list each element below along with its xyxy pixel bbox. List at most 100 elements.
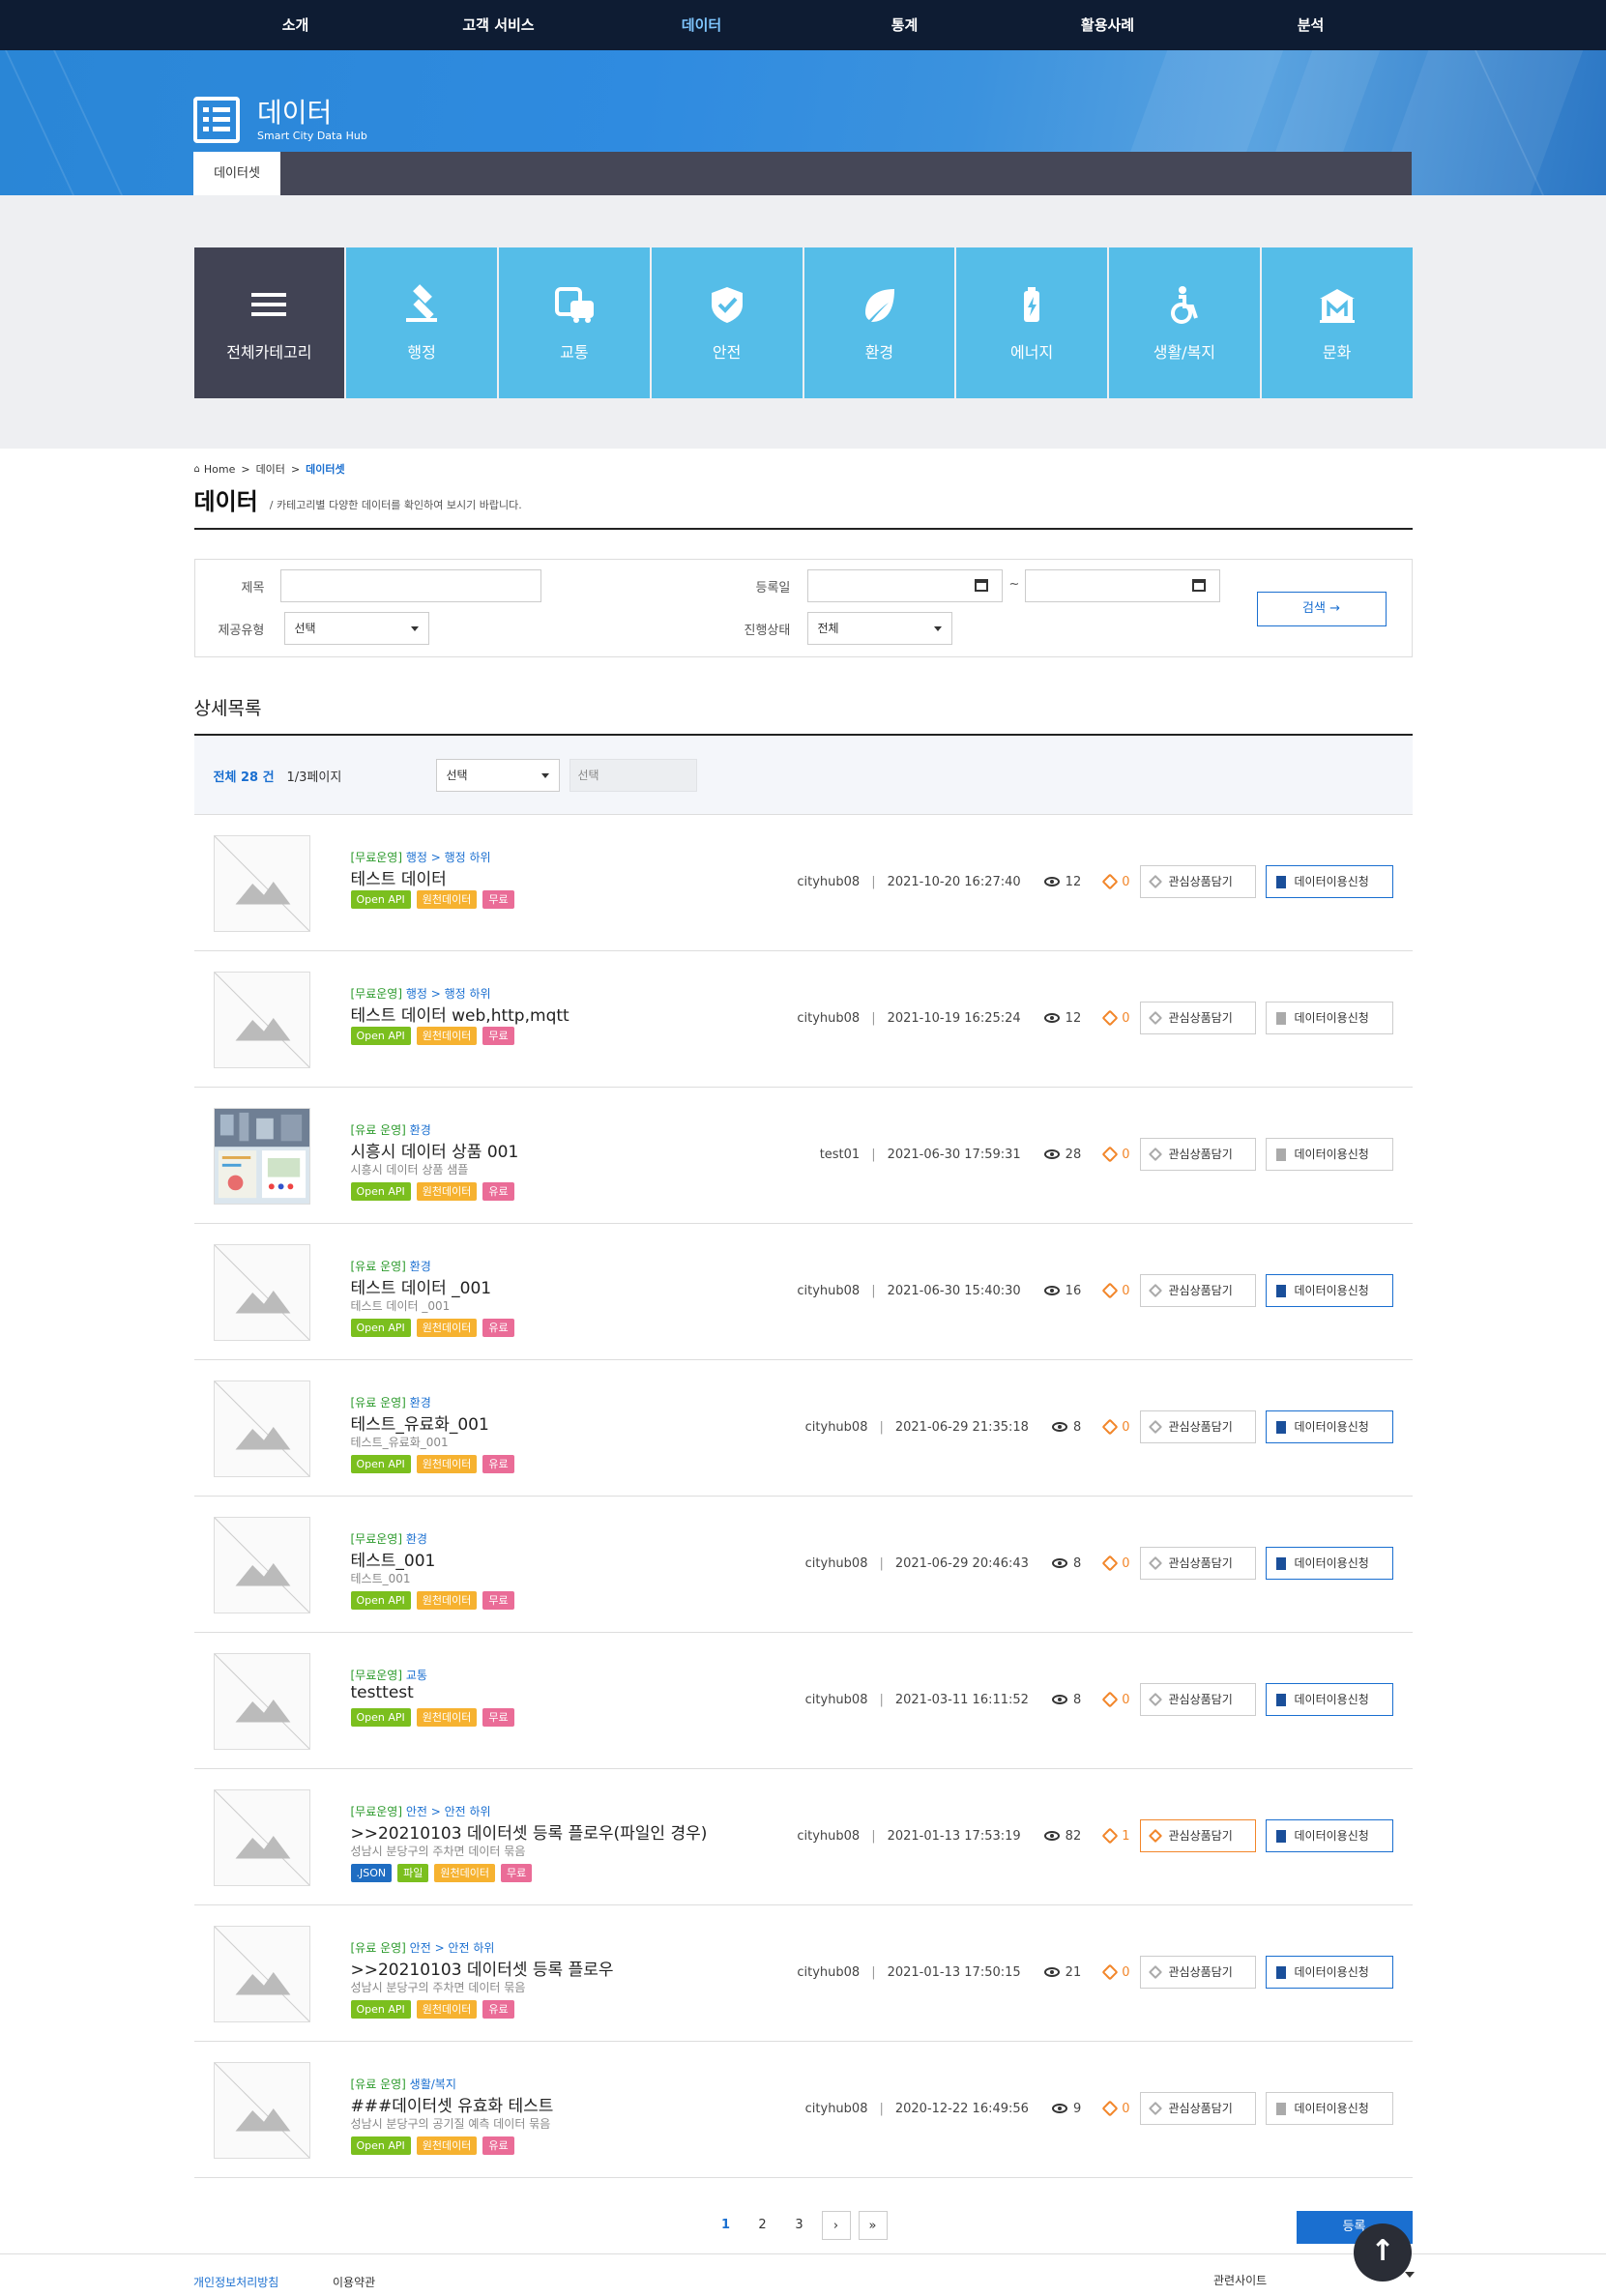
nav-item[interactable]: 고객 서비스 [397,0,600,50]
next-page-button[interactable]: › [821,2211,851,2240]
provider-id: cityhub08 [797,1283,861,1298]
scroll-top-button[interactable]: ↑ [1354,2223,1412,2281]
tag-badge: 유료 [482,1319,514,1337]
dataset-title[interactable]: ###데이터셋 유효화 테스트 [351,2092,554,2116]
page-number[interactable]: 1 [712,2211,741,2240]
privacy-link[interactable]: 개인정보처리방침 [193,2274,278,2290]
dataset-thumbnail[interactable] [213,2062,310,2159]
dataset-title[interactable]: 테스트 데이터 [351,865,514,889]
main-content: ⌂ Home > 데이터 > 데이터셋 데이터 / 카테고리별 다양한 데이터를… [193,460,1413,2271]
dataset-title[interactable]: 테스트_유료화_001 [351,1410,514,1435]
category-4[interactable]: 환경 [803,247,957,398]
dataset-title[interactable]: >>20210103 데이터셋 등록 플로우(파일인 경우) [351,1819,708,1844]
dataset-thumbnail[interactable] [213,1926,310,2022]
data-request-button[interactable]: 데이터이용신청 [1265,2092,1393,2125]
list-item[interactable]: [유료 운영] 생활/복지 ###데이터셋 유효화 테스트 성남시 분당구의 공기질… [193,2042,1413,2178]
dataset-thumbnail[interactable] [213,1381,310,1477]
end-date-input[interactable] [1024,569,1220,602]
category-7[interactable]: 문화 [1261,247,1413,398]
calendar-icon[interactable] [1191,579,1206,592]
breadcrumb-data[interactable]: 데이터 [256,461,285,477]
related-sites-dropdown-icon[interactable] [1405,2272,1415,2282]
category-1[interactable]: 행정 [346,247,499,398]
dataset-title[interactable]: 테스트 데이터 _001 [351,1274,514,1298]
sort-select[interactable]: 선택 [435,759,560,792]
add-favorite-button[interactable]: 관심상품담기 [1139,1547,1256,1580]
title-input[interactable] [279,569,541,602]
add-favorite-button[interactable]: 관심상품담기 [1139,1819,1256,1852]
dataset-thumbnail[interactable] [213,1789,310,1886]
search-button[interactable]: 검색 → [1256,592,1387,626]
tag-badge: 원천데이터 [416,890,478,909]
data-request-button[interactable]: 데이터이용신청 [1265,1683,1393,1716]
add-favorite-button[interactable]: 관심상품담기 [1139,1410,1256,1443]
dataset-title[interactable]: testtest [351,1683,514,1704]
category-3[interactable]: 안전 [651,247,804,398]
list-item[interactable]: [무료운영] 행정 > 행정 하위 테스트 데이터 Open API 원천데이터 무료 c… [193,815,1413,951]
data-request-button[interactable]: 데이터이용신청 [1265,1138,1393,1171]
add-favorite-button[interactable]: 관심상품담기 [1139,1002,1256,1034]
data-request-button[interactable]: 데이터이용신청 [1265,1819,1393,1852]
last-page-button[interactable]: » [858,2211,888,2240]
status-select[interactable]: 전체 [806,612,952,645]
add-favorite-button[interactable]: 관심상품담기 [1139,865,1256,898]
related-sites-label[interactable]: 관련사이트 [1213,2272,1267,2288]
category-2[interactable]: 교통 [499,247,652,398]
list-item[interactable]: [무료운영] 환경 테스트_001 테스트_001 Open API 원천데이터 무료 ci… [193,1497,1413,1633]
start-date-input[interactable] [806,569,1003,602]
category-6[interactable]: 생활/복지 [1109,247,1262,398]
category-all[interactable]: 전체카테고리 [193,247,347,398]
list-item[interactable]: [유료 운영] 환경 테스트_유료화_001 테스트_유료화_001 Open API… [193,1360,1413,1497]
add-favorite-button[interactable]: 관심상품담기 [1139,2092,1256,2125]
data-request-button[interactable]: 데이터이용신청 [1265,1956,1393,1989]
data-request-button[interactable]: 데이터이용신청 [1265,1410,1393,1443]
dataset-thumbnail[interactable] [213,972,310,1068]
dataset-title[interactable]: >>20210103 데이터셋 등록 플로우 [351,1956,614,1980]
tag-badge: 원천데이터 [416,2136,478,2155]
dataset-title[interactable]: 테스트 데이터 web,http,mqtt [351,1002,569,1026]
data-request-button[interactable]: 데이터이용신청 [1265,865,1393,898]
category-label: 환경 [864,343,894,362]
tab-dataset[interactable]: 데이터셋 [193,152,280,195]
provider-id: cityhub08 [804,1419,868,1435]
add-favorite-button[interactable]: 관심상품담기 [1139,1274,1256,1307]
list-item[interactable]: [유료 운영] 환경 시흥시 데이터 상품 001 시흥시 데이터 상품 샘플 Ope… [193,1088,1413,1224]
add-favorite-button[interactable]: 관심상품담기 [1139,1956,1256,1989]
type-select[interactable]: 선택 [283,612,429,645]
nav-item[interactable]: 데이터 [600,0,803,50]
breadcrumb-current[interactable]: 데이터셋 [306,461,344,477]
breadcrumb-home[interactable]: Home [204,463,235,476]
home-icon[interactable]: ⌂ [194,464,200,475]
category-5[interactable]: 에너지 [956,247,1109,398]
dataset-thumbnail[interactable] [213,1244,310,1341]
data-request-button[interactable]: 데이터이용신청 [1265,1002,1393,1034]
dataset-thumbnail[interactable] [213,1517,310,1613]
add-favorite-button[interactable]: 관심상품담기 [1139,1683,1256,1716]
dataset-thumbnail[interactable] [213,835,310,932]
list-item[interactable]: [유료 운영] 환경 테스트 데이터 _001 테스트 데이터 _001 Open A… [193,1224,1413,1360]
status-label: 진행상태 [744,624,791,638]
add-favorite-button[interactable]: 관심상품담기 [1139,1138,1256,1171]
terms-link[interactable]: 이용약관 [333,2274,375,2290]
nav-item[interactable]: 분석 [1210,0,1413,50]
nav-item[interactable]: 소개 [194,0,397,50]
list-item[interactable]: [무료운영] 행정 > 행정 하위 테스트 데이터 web,http,mqtt Op… [193,951,1413,1088]
calendar-icon[interactable] [974,579,988,592]
item-meta: cityhub08 | 2021-01-13 17:53:19 82 1 관심상품담기 데이… [797,1819,1393,1852]
keyword-input[interactable]: 선택 [569,759,697,792]
dataset-thumbnail[interactable] [213,1653,310,1750]
hero-banner: 데이터 Smart City Data Hub 데이터셋 [0,50,1606,195]
list-item[interactable]: [유료 운영] 안전 > 안전 하위 >>20210103 데이터셋 등록 플로우… [193,1905,1413,2042]
page-number[interactable]: 3 [785,2211,814,2240]
data-request-button[interactable]: 데이터이용신청 [1265,1274,1393,1307]
dataset-title[interactable]: 테스트_001 [351,1547,514,1571]
nav-item[interactable]: 활용사례 [1007,0,1210,50]
dataset-title[interactable]: 시흥시 데이터 상품 001 [351,1138,519,1162]
shield-check-icon [711,287,743,323]
nav-item[interactable]: 통계 [803,0,1007,50]
page-number[interactable]: 2 [748,2211,777,2240]
list-item[interactable]: [무료운영] 안전 > 안전 하위 >>20210103 데이터셋 등록 플로우(… [193,1769,1413,1905]
data-request-button[interactable]: 데이터이용신청 [1265,1547,1393,1580]
dataset-thumbnail[interactable] [213,1108,310,1205]
list-item[interactable]: [무료운영] 교통 testtest Open API 원천데이터 무료 cityhub0… [193,1633,1413,1769]
